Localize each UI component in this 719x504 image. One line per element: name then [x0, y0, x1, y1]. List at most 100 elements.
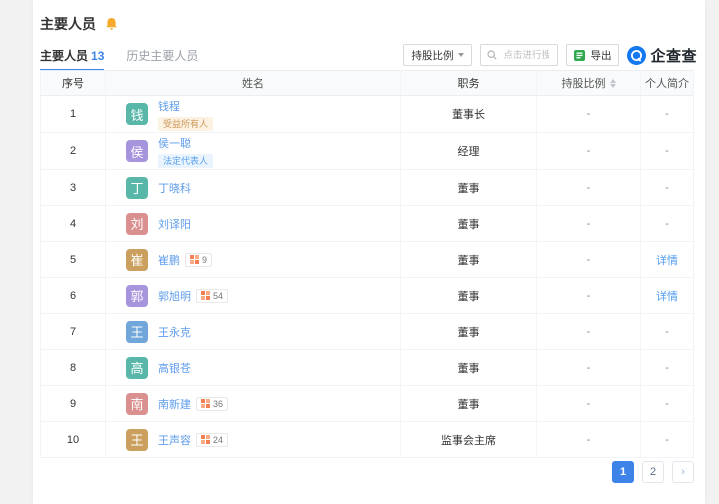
profile-value: - [665, 145, 669, 157]
pagination-item[interactable]: › [672, 461, 694, 483]
person-name-link[interactable]: 郭旭明 [158, 288, 191, 304]
profile-cell: - [641, 386, 693, 421]
shareholding-value: - [587, 254, 591, 266]
page-title: 主要人员 [40, 14, 96, 34]
row-number: 9 [41, 386, 106, 421]
person-name-link[interactable]: 刘译阳 [158, 216, 191, 232]
name-wrap: 王永克 [158, 324, 191, 340]
table-row: 4 刘 刘译阳 董事 - - [41, 206, 693, 242]
name-wrap: 南新建 36 [158, 396, 228, 412]
tab-label: 历史主要人员 [126, 49, 198, 63]
avatar: 南 [126, 393, 148, 415]
row-number: 5 [41, 242, 106, 277]
name-cell: 高 高银苍 [106, 350, 401, 385]
avatar-character: 崔 [130, 250, 143, 269]
grid-icon [201, 291, 210, 300]
brand-name: 企查查 [650, 45, 697, 66]
search-box[interactable] [480, 44, 558, 66]
related-companies-badge[interactable]: 54 [196, 289, 228, 303]
position-cell: 董事 [401, 386, 537, 421]
profile-cell: - [641, 422, 693, 457]
shareholding-value: - [587, 182, 591, 194]
position-cell: 董事 [401, 170, 537, 205]
avatar: 王 [126, 429, 148, 451]
related-companies-badge[interactable]: 9 [185, 253, 212, 267]
avatar-character: 郭 [130, 286, 143, 305]
person-name-link[interactable]: 南新建 [158, 396, 191, 412]
shareholding-value: - [587, 218, 591, 230]
excel-export-icon [574, 50, 585, 61]
name-cell: 侯 侯一聪 法定代表人 [106, 133, 401, 169]
name-cell: 刘 刘译阳 [106, 206, 401, 241]
person-name-link[interactable]: 侯一聪 [158, 135, 191, 151]
person-name-link[interactable]: 钱程 [158, 98, 180, 114]
avatar-character: 王 [130, 322, 143, 341]
name-cell: 郭 郭旭明 54 [106, 278, 401, 313]
sort-icon[interactable] [610, 79, 616, 88]
tab-history-personnel[interactable]: 历史主要人员 [126, 47, 198, 64]
header-no: 序号 [41, 70, 106, 96]
shareholding-cell: - [537, 278, 641, 313]
avatar: 刘 [126, 213, 148, 235]
profile-cell: - [641, 350, 693, 385]
header-shareholding: 持股比例 [537, 70, 641, 96]
related-companies-count: 36 [213, 399, 223, 409]
person-name-link[interactable]: 崔鹏 [158, 252, 180, 268]
shareholding-value: - [587, 326, 591, 338]
shareholding-cell: - [537, 242, 641, 277]
monitor-bell-icon[interactable] [105, 17, 118, 31]
person-name-link[interactable]: 高银苍 [158, 360, 191, 376]
position-cell: 监事会主席 [401, 422, 537, 457]
grid-icon [201, 399, 210, 408]
person-name-link[interactable]: 丁晓科 [158, 180, 191, 196]
avatar-character: 南 [130, 394, 143, 413]
avatar-character: 高 [130, 358, 143, 377]
avatar: 王 [126, 321, 148, 343]
profile-value: - [665, 182, 669, 194]
tab-key-personnel[interactable]: 主要人员13 [40, 47, 104, 64]
profile-cell: 详情 [641, 278, 693, 313]
toolbar: 持股比例 [403, 44, 697, 66]
name-wrap: 刘译阳 [158, 216, 191, 232]
profile-value: 详情 [656, 252, 678, 268]
avatar: 侯 [126, 140, 148, 162]
related-companies-count: 54 [213, 291, 223, 301]
avatar: 钱 [126, 103, 148, 125]
shareholding-cell: - [537, 206, 641, 241]
pagination-item[interactable]: 2 [642, 461, 664, 483]
shareholding-cell: - [537, 314, 641, 349]
export-button[interactable]: 导出 [566, 44, 619, 66]
grid-icon [190, 255, 199, 264]
chevron-down-icon [458, 53, 464, 57]
header-position: 职务 [401, 70, 537, 96]
name-wrap: 侯一聪 法定代表人 [158, 135, 213, 168]
table-row: 7 王 王永克 董事 - - [41, 314, 693, 350]
name-cell: 南 南新建 36 [106, 386, 401, 421]
avatar: 丁 [126, 177, 148, 199]
name-cell: 崔 崔鹏 9 [106, 242, 401, 277]
search-input[interactable] [501, 49, 551, 62]
shareholding-cell: - [537, 386, 641, 421]
table-header-row: 序号 姓名 职务 持股比例 个人简介 [41, 70, 693, 96]
related-companies-badge[interactable]: 24 [196, 433, 228, 447]
tab-label: 主要人员 [40, 49, 88, 63]
shareholding-value: - [587, 434, 591, 446]
row-number: 8 [41, 350, 106, 385]
related-companies-badge[interactable]: 36 [196, 397, 228, 411]
shareholding-cell: - [537, 170, 641, 205]
person-tag: 受益所有人 [158, 117, 213, 131]
profile-cell: - [641, 314, 693, 349]
shareholding-value: - [587, 290, 591, 302]
table-row: 5 崔 崔鹏 9 董事 - 详情 [41, 242, 693, 278]
shareholding-filter-dropdown[interactable]: 持股比例 [403, 44, 472, 66]
row-number: 7 [41, 314, 106, 349]
table-row: 2 侯 侯一聪 法定代表人 经理 - - [41, 133, 693, 170]
pagination-label: 1 [620, 466, 626, 478]
profile-value: 详情 [656, 288, 678, 304]
person-name-link[interactable]: 王永克 [158, 324, 191, 340]
header-profile: 个人简介 [641, 70, 693, 96]
row-number: 1 [41, 96, 106, 132]
row-number: 4 [41, 206, 106, 241]
pagination-item[interactable]: 1 [612, 461, 634, 483]
person-name-link[interactable]: 王声容 [158, 432, 191, 448]
